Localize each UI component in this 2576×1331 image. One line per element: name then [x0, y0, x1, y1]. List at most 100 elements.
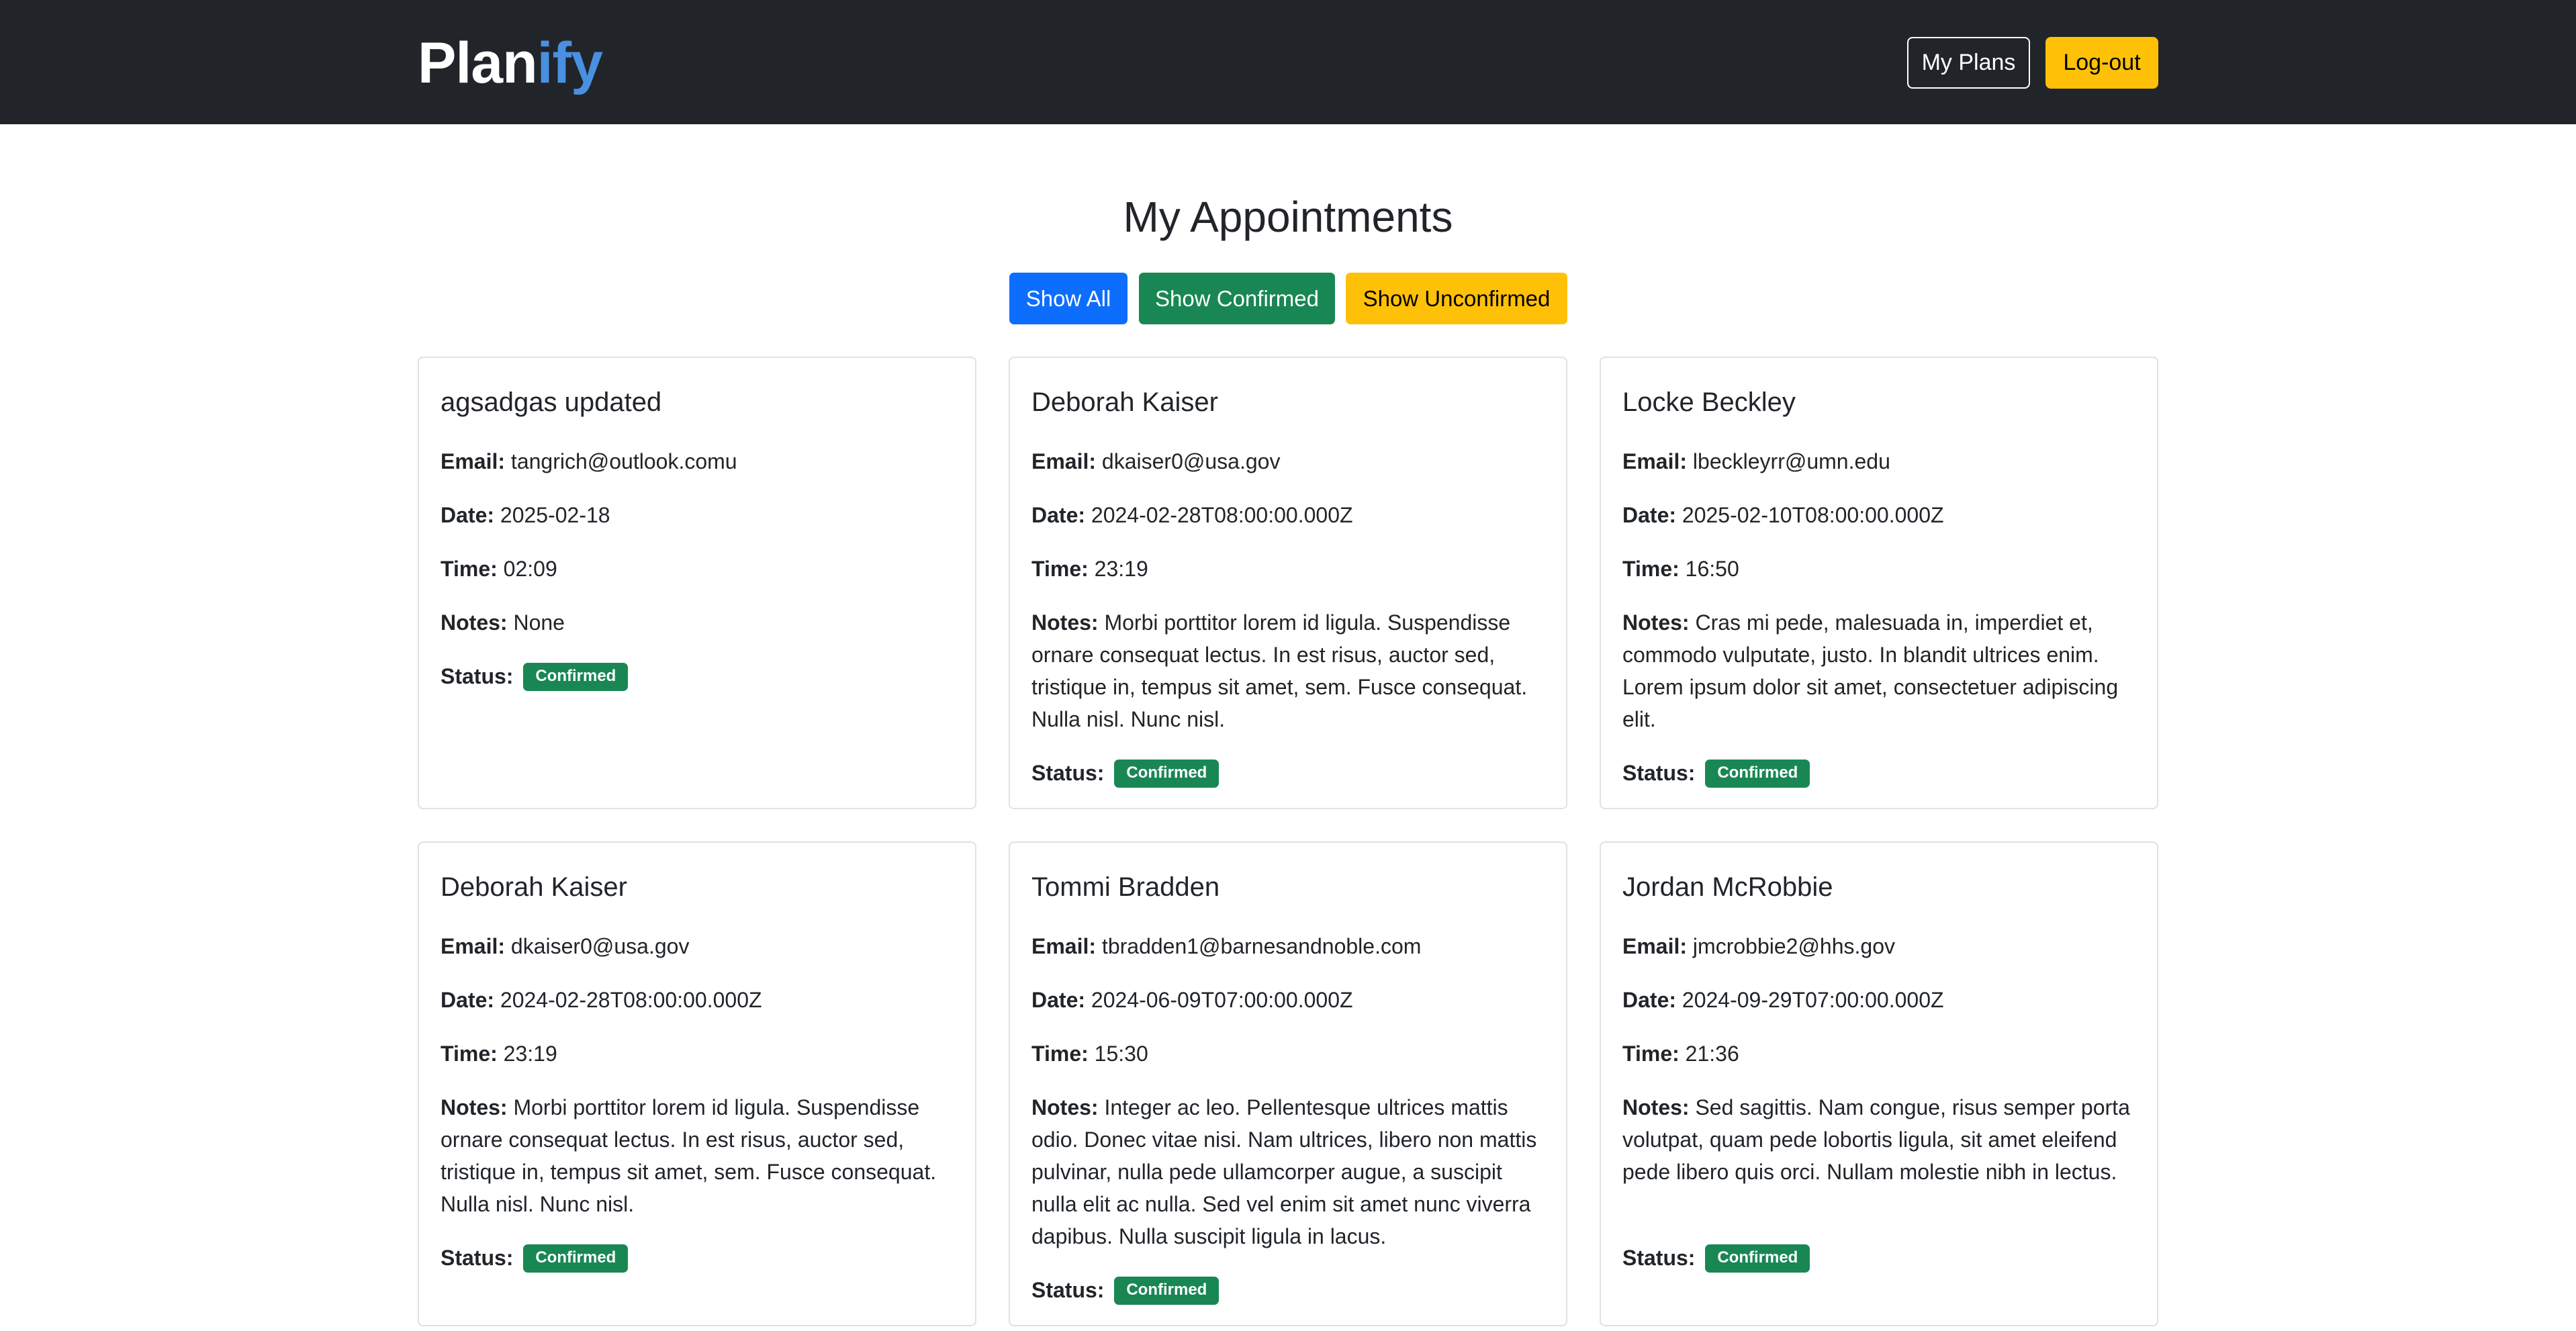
date-label: Date: — [441, 988, 495, 1012]
date-label: Date: — [1622, 503, 1677, 527]
email-row: Email: dkaiser0@usa.gov — [441, 930, 956, 962]
status-row: Status: Confirmed — [441, 660, 956, 692]
brand-logo[interactable]: Planify — [418, 30, 603, 97]
status-label: Status: — [441, 664, 514, 688]
time-value: 02:09 — [503, 557, 557, 581]
notes-value: None — [513, 610, 565, 635]
notes-label: Notes: — [1622, 610, 1690, 635]
notes-label: Notes: — [1031, 1095, 1099, 1119]
page-title: My Appointments — [1123, 193, 1453, 241]
show-unconfirmed-button[interactable]: Show Unconfirmed — [1346, 273, 1567, 324]
email-label: Email: — [1031, 449, 1097, 473]
notes-value: Morbi porttitor lorem id ligula. Suspend… — [1031, 610, 1528, 731]
time-row: Time: 15:30 — [1031, 1038, 1547, 1070]
notes-value: Integer ac leo. Pellentesque ultrices ma… — [1031, 1095, 1537, 1248]
notes-row: Notes: Morbi porttitor lorem id ligula. … — [441, 1091, 956, 1220]
notes-label: Notes: — [441, 610, 508, 635]
notes-row: Notes: None — [441, 606, 956, 639]
notes-value: Morbi porttitor lorem id ligula. Suspend… — [441, 1095, 937, 1216]
notes-row: Notes: Cras mi pede, malesuada in, imper… — [1622, 606, 2138, 735]
appointment-card: Deborah Kaiser Email: dkaiser0@usa.gov D… — [1009, 357, 1567, 809]
status-row: Status: Confirmed — [1031, 757, 1547, 789]
email-value: dkaiser0@usa.gov — [1101, 449, 1281, 473]
time-row: Time: 23:19 — [1031, 553, 1547, 585]
date-row: Date: 2025-02-10T08:00:00.000Z — [1622, 499, 2138, 531]
email-label: Email: — [1622, 934, 1688, 958]
status-label: Status: — [1622, 1246, 1696, 1270]
date-label: Date: — [441, 503, 495, 527]
email-row: Email: lbeckleyrr@umn.edu — [1622, 445, 2138, 477]
status-badge: Confirmed — [523, 663, 629, 691]
email-label: Email: — [441, 934, 506, 958]
time-value: 15:30 — [1094, 1042, 1148, 1066]
email-value: jmcrobbie2@hhs.gov — [1692, 934, 1895, 958]
email-label: Email: — [441, 449, 506, 473]
date-label: Date: — [1031, 503, 1086, 527]
notes-row: Notes: Integer ac leo. Pellentesque ultr… — [1031, 1091, 1547, 1252]
status-label: Status: — [1031, 1278, 1105, 1302]
appointment-name: Deborah Kaiser — [441, 872, 627, 902]
time-row: Time: 23:19 — [441, 1038, 956, 1070]
status-label: Status: — [1031, 761, 1105, 785]
show-confirmed-button[interactable]: Show Confirmed — [1139, 273, 1335, 324]
notes-label: Notes: — [1622, 1095, 1690, 1119]
status-badge: Confirmed — [1114, 1277, 1220, 1305]
email-row: Email: tangrich@outlook.comu — [441, 445, 956, 477]
time-label: Time: — [441, 1042, 498, 1066]
navbar: Planify My Plans Log-out — [0, 0, 2576, 124]
appointment-card: Tommi Bradden Email: tbradden1@barnesand… — [1009, 841, 1567, 1326]
logout-button[interactable]: Log-out — [2045, 37, 2158, 89]
date-value: 2025-02-18 — [500, 503, 610, 527]
status-badge: Confirmed — [523, 1244, 629, 1273]
status-badge: Confirmed — [1705, 760, 1810, 788]
time-value: 16:50 — [1685, 557, 1739, 581]
notes-row: Notes: Morbi porttitor lorem id ligula. … — [1031, 606, 1547, 735]
email-value: tangrich@outlook.comu — [510, 449, 737, 473]
appointment-name: Locke Beckley — [1622, 387, 1796, 417]
email-row: Email: jmcrobbie2@hhs.gov — [1622, 930, 2138, 962]
appointment-card: Locke Beckley Email: lbeckleyrr@umn.edu … — [1600, 357, 2158, 809]
date-value: 2024-02-28T08:00:00.000Z — [1091, 503, 1353, 527]
time-label: Time: — [441, 557, 498, 581]
time-label: Time: — [1031, 1042, 1089, 1066]
email-value: lbeckleyrr@umn.edu — [1692, 449, 1890, 473]
notes-label: Notes: — [441, 1095, 508, 1119]
date-row: Date: 2024-06-09T07:00:00.000Z — [1031, 984, 1547, 1016]
appointment-name: Deborah Kaiser — [1031, 387, 1218, 417]
time-value: 21:36 — [1685, 1042, 1739, 1066]
time-label: Time: — [1622, 557, 1680, 581]
time-label: Time: — [1031, 557, 1089, 581]
status-row: Status: Confirmed — [1031, 1274, 1547, 1306]
status-label: Status: — [441, 1246, 514, 1270]
date-label: Date: — [1031, 988, 1086, 1012]
time-value: 23:19 — [503, 1042, 557, 1066]
status-label: Status: — [1622, 761, 1696, 785]
my-plans-button[interactable]: My Plans — [1907, 37, 2030, 89]
time-row: Time: 16:50 — [1622, 553, 2138, 585]
status-badge: Confirmed — [1114, 760, 1220, 788]
date-value: 2024-09-29T07:00:00.000Z — [1682, 988, 1944, 1012]
appointment-card: agsadgas updated Email: tangrich@outlook… — [418, 357, 976, 809]
appointment-card: Deborah Kaiser Email: dkaiser0@usa.gov D… — [418, 841, 976, 1326]
time-row: Time: 02:09 — [441, 553, 956, 585]
date-row: Date: 2025-02-18 — [441, 499, 956, 531]
notes-value: Cras mi pede, malesuada in, imperdiet et… — [1622, 610, 2119, 731]
email-value: tbradden1@barnesandnoble.com — [1101, 934, 1422, 958]
date-row: Date: 2024-09-29T07:00:00.000Z — [1622, 984, 2138, 1016]
date-value: 2024-06-09T07:00:00.000Z — [1091, 988, 1353, 1012]
time-label: Time: — [1622, 1042, 1680, 1066]
email-label: Email: — [1031, 934, 1097, 958]
show-all-button[interactable]: Show All — [1009, 273, 1128, 324]
brand-main: Plan — [418, 31, 538, 95]
appointment-name: agsadgas updated — [441, 387, 662, 417]
email-label: Email: — [1622, 449, 1688, 473]
notes-value: Sed sagittis. Nam congue, risus semper p… — [1622, 1095, 2130, 1184]
date-row: Date: 2024-02-28T08:00:00.000Z — [1031, 499, 1547, 531]
appointment-card: Jordan McRobbie Email: jmcrobbie2@hhs.go… — [1600, 841, 2158, 1326]
notes-row: Notes: Sed sagittis. Nam congue, risus s… — [1622, 1091, 2138, 1188]
time-value: 23:19 — [1094, 557, 1148, 581]
email-row: Email: dkaiser0@usa.gov — [1031, 445, 1547, 477]
status-row: Status: Confirmed — [1622, 1242, 2138, 1274]
email-row: Email: tbradden1@barnesandnoble.com — [1031, 930, 1547, 962]
date-value: 2025-02-10T08:00:00.000Z — [1682, 503, 1944, 527]
